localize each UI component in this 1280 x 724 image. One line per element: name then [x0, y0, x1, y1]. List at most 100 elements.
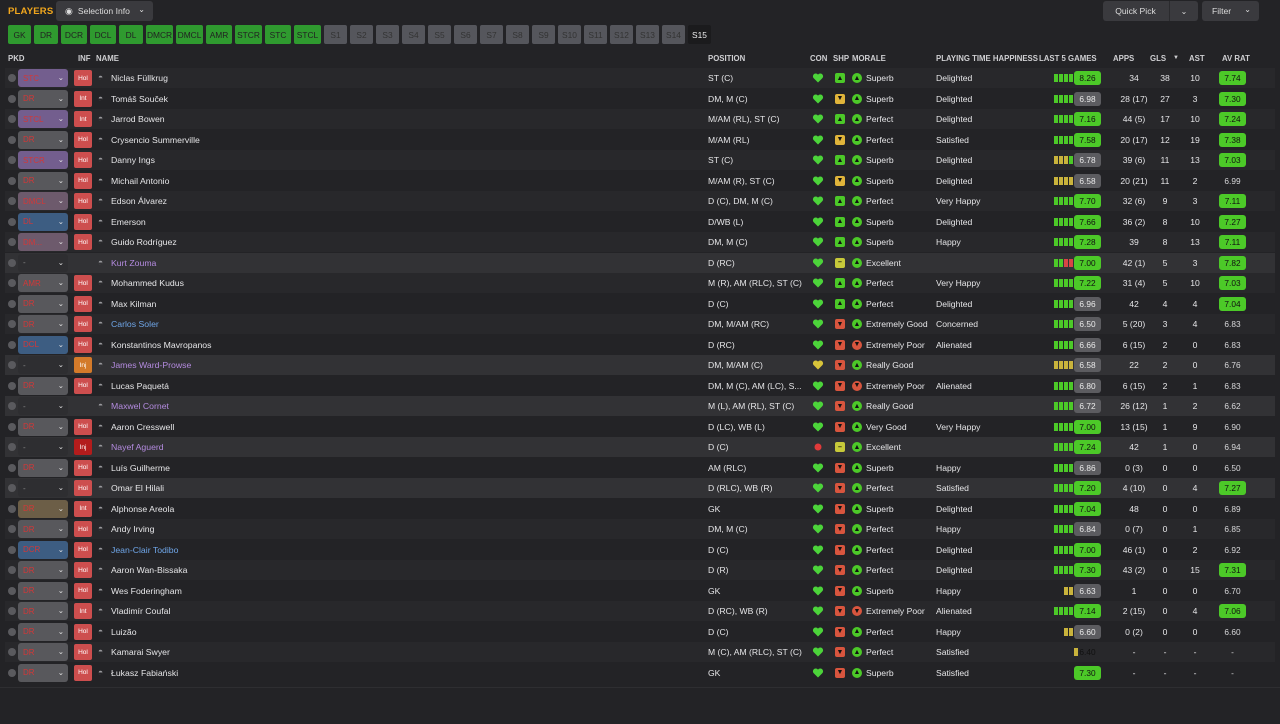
tab-s8[interactable]: S8	[506, 25, 529, 44]
info-badge[interactable]: Hol	[74, 644, 92, 660]
selection-dropdown[interactable]: DR ⌄	[18, 458, 68, 477]
col-position[interactable]: POSITION	[708, 54, 745, 63]
picked-indicator[interactable]	[8, 74, 16, 82]
info-badge[interactable]: Hol	[74, 623, 92, 640]
player-row[interactable]: DMCL ⌄ Hol ◓ Edson Álvarez D (C), DM, M (C) ▲ ▲…	[5, 191, 1275, 211]
col-gls[interactable]: GLS	[1150, 54, 1166, 63]
tab-s5[interactable]: S5	[428, 25, 451, 44]
picked-indicator[interactable]	[8, 545, 16, 554]
tab-dcl[interactable]: DCL	[90, 25, 116, 44]
info-badge[interactable]: Inj	[74, 439, 92, 455]
selection-dropdown[interactable]: DR ⌄	[18, 643, 68, 661]
selection-dropdown[interactable]: DR ⌄	[18, 520, 68, 538]
picked-indicator[interactable]	[8, 258, 16, 267]
player-row[interactable]: STCL ⌄ Int ◓ Jarrod Bowen M/AM (RL), ST (C) ▲ ▲…	[5, 109, 1275, 129]
player-name[interactable]: Carlos Soler	[111, 319, 159, 329]
info-badge[interactable]: Hol	[74, 295, 92, 312]
selection-dropdown[interactable]: STCR ⌄	[18, 151, 68, 169]
player-name[interactable]: Łukasz Fabiański	[111, 668, 178, 678]
picked-indicator[interactable]	[8, 115, 16, 123]
selection-dropdown[interactable]: DR ⌄	[18, 130, 68, 149]
info-badge[interactable]: Hol	[74, 562, 92, 578]
picked-indicator[interactable]	[8, 627, 16, 636]
tab-stcr[interactable]: STCR	[235, 25, 262, 44]
picked-indicator[interactable]	[8, 381, 16, 390]
picked-indicator[interactable]	[8, 361, 16, 369]
player-name[interactable]: Konstantinos Mavropanos	[111, 340, 211, 350]
tab-dcr[interactable]: DCR	[61, 25, 87, 44]
tab-s7[interactable]: S7	[480, 25, 503, 44]
selection-dropdown[interactable]: DR ⌄	[18, 315, 68, 333]
info-badge[interactable]: Int	[74, 500, 92, 517]
info-badge[interactable]: Hol	[74, 541, 92, 558]
info-badge[interactable]: Hol	[74, 521, 92, 537]
info-badge[interactable]: Hol	[74, 582, 92, 599]
tab-s4[interactable]: S4	[402, 25, 425, 44]
player-row[interactable]: DR ⌄ Hol ◓ Lucas Paquetá DM, M (C), AM (LC), …	[5, 375, 1275, 396]
player-name[interactable]: Wes Foderingham	[111, 586, 182, 596]
player-row[interactable]: DR ⌄ Hol ◓ Luís Guilherme AM (RLC) ▼ ▲ Superb Hap…	[5, 457, 1275, 478]
quick-pick-dropdown[interactable]: ⌄	[1169, 1, 1198, 21]
player-row[interactable]: DR ⌄ Hol ◓ Carlos Soler DM, M/AM (RC) ▼ ▲ Extrem…	[5, 314, 1275, 334]
player-name[interactable]: Alphonse Areola	[111, 504, 174, 514]
selection-dropdown[interactable]: - ⌄	[18, 479, 68, 497]
tab-s14[interactable]: S14	[662, 25, 685, 44]
picked-indicator[interactable]	[8, 402, 16, 410]
tab-s12[interactable]: S12	[610, 25, 633, 44]
info-badge[interactable]: Hol	[74, 664, 92, 681]
player-row[interactable]: DR ⌄ Hol ◓ Andy Irving DM, M (C) ▼ ▲ Perfect Happ…	[5, 519, 1275, 539]
col-playing-time-happiness[interactable]: PLAYING TIME HAPPINESS	[936, 54, 1038, 63]
player-row[interactable]: STCR ⌄ Hol ◓ Danny Ings ST (C) ▲ ▲ Superb Delight…	[5, 150, 1275, 170]
picked-indicator[interactable]	[8, 566, 16, 574]
info-badge[interactable]: Hol	[74, 172, 92, 189]
selection-dropdown[interactable]: DR ⌄	[18, 663, 68, 682]
info-badge[interactable]: Hol	[74, 70, 92, 86]
player-name[interactable]: Nayef Aguerd	[111, 442, 164, 452]
info-badge[interactable]: Hol	[74, 459, 92, 476]
info-badge[interactable]: Hol	[74, 193, 92, 209]
picked-indicator[interactable]	[8, 135, 16, 144]
picked-indicator[interactable]	[8, 176, 16, 185]
player-row[interactable]: DR ⌄ Hol ◓ Wes Foderingham GK ▼ ▲ Superb Happy 6.6…	[5, 580, 1275, 601]
selection-dropdown[interactable]: - ⌄	[18, 253, 68, 272]
player-row[interactable]: DR ⌄ Int ◓ Tomáš Souček DM, M (C) ▼ ▲ Superb Deli…	[5, 88, 1275, 109]
tab-amr[interactable]: AMR	[206, 25, 232, 44]
tab-s11[interactable]: S11	[584, 25, 607, 44]
player-name[interactable]: Maxwel Cornet	[111, 401, 169, 411]
player-row[interactable]: AMR ⌄ Hol ◓ Mohammed Kudus M (R), AM (RLC), S…	[5, 273, 1275, 293]
selection-dropdown[interactable]: DR ⌄	[18, 294, 68, 313]
selection-dropdown[interactable]: DR ⌄	[18, 376, 68, 395]
player-row[interactable]: - ⌄ ◓ Maxwel Cornet M (L), AM (RL), ST (C) ▼ ▲…	[5, 396, 1275, 416]
tab-s9[interactable]: S9	[532, 25, 555, 44]
selection-dropdown[interactable]: DR ⌄	[18, 602, 68, 620]
tab-stcl[interactable]: STCL	[294, 25, 321, 44]
tab-s10[interactable]: S10	[558, 25, 581, 44]
tab-dmcr[interactable]: DMCR	[146, 25, 173, 44]
picked-indicator[interactable]	[8, 463, 16, 472]
player-name[interactable]: Aaron Cresswell	[111, 422, 174, 432]
info-badge[interactable]: Inj	[74, 357, 92, 373]
player-row[interactable]: DCR ⌄ Hol ◓ Jean-Clair Todibo D (C) ▼ ▲ Perfect D…	[5, 539, 1275, 560]
picked-indicator[interactable]	[8, 525, 16, 533]
selection-dropdown[interactable]: DR ⌄	[18, 622, 68, 641]
selection-dropdown[interactable]: - ⌄	[18, 438, 68, 456]
tab-s15[interactable]: S15	[688, 25, 711, 44]
tab-gk[interactable]: GK	[8, 25, 31, 44]
info-badge[interactable]: Hol	[74, 131, 92, 148]
picked-indicator[interactable]	[8, 299, 16, 308]
info-badge[interactable]: Int	[74, 111, 92, 127]
player-row[interactable]: - ⌄ ◓ Kurt Zouma D (RC) – ▲ Excellent 7.00 42 (1)…	[5, 252, 1275, 273]
player-name[interactable]: Omar El Hilali	[111, 483, 164, 493]
player-row[interactable]: STC ⌄ Hol ◓ Niclas Füllkrug ST (C) ▲ ▲ Superb Del…	[5, 68, 1275, 88]
player-row[interactable]: DCL ⌄ Hol ◓ Konstantinos Mavropanos D (RC) ▼ ▼ E…	[5, 334, 1275, 355]
picked-indicator[interactable]	[8, 504, 16, 513]
selection-dropdown[interactable]: AMR ⌄	[18, 274, 68, 292]
col-name[interactable]: NAME	[96, 54, 119, 63]
info-badge[interactable]: Hol	[74, 234, 92, 250]
player-name[interactable]: James Ward-Prowse	[111, 360, 191, 370]
player-row[interactable]: DL ⌄ Hol ◓ Emerson D/WB (L) ▲ ▲ Superb Delighted 7…	[5, 211, 1275, 232]
selection-dropdown[interactable]: - ⌄	[18, 356, 68, 374]
picked-indicator[interactable]	[8, 320, 16, 328]
info-badge[interactable]: Int	[74, 90, 92, 107]
player-name[interactable]: Andy Irving	[111, 524, 154, 534]
